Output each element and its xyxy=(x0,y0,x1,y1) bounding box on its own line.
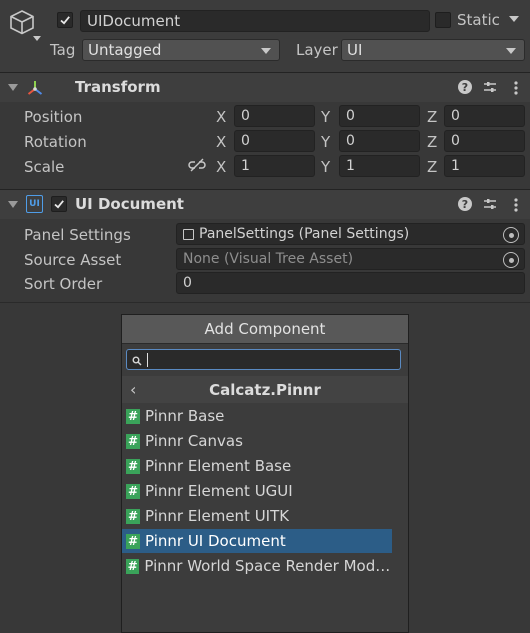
object-picker-icon[interactable] xyxy=(503,252,519,268)
rotation-x-label: X xyxy=(216,133,227,151)
scale-z-field[interactable]: 1 xyxy=(444,155,525,177)
caret-down-icon xyxy=(261,48,271,54)
sort-order-field[interactable]: 0 xyxy=(176,272,525,294)
rotation-z-label: Z xyxy=(427,133,438,151)
rotation-z-field[interactable]: 0 xyxy=(444,130,525,152)
position-y-label: Y xyxy=(321,108,331,126)
add-component-button[interactable]: Add Component xyxy=(122,315,408,344)
transform-title: Transform xyxy=(75,78,161,96)
ui-document-enabled-toggle[interactable] xyxy=(51,196,67,212)
rotation-y-field[interactable]: 0 xyxy=(339,130,420,152)
static-dropdown-icon[interactable] xyxy=(509,16,519,22)
component-item-label: Pinnr World Space Render Mode ... xyxy=(144,557,392,575)
rotation-label: Rotation xyxy=(24,133,87,151)
script-icon: # xyxy=(126,408,140,424)
more-options-icon[interactable] xyxy=(509,80,523,96)
chevron-down-icon[interactable] xyxy=(33,36,41,41)
rotation-x-field[interactable]: 0 xyxy=(234,130,315,152)
source-asset-label: Source Asset xyxy=(24,251,122,269)
ui-document-title: UI Document xyxy=(75,195,184,213)
panel-settings-label: Panel Settings xyxy=(24,226,131,244)
script-icon: # xyxy=(126,508,140,524)
text-cursor xyxy=(147,353,148,367)
layer-label: Layer xyxy=(296,41,338,59)
script-icon: # xyxy=(126,433,140,449)
help-icon[interactable]: ? xyxy=(458,80,472,94)
component-search-input[interactable] xyxy=(126,349,401,370)
static-toggle[interactable] xyxy=(435,12,451,28)
panel-settings-field[interactable]: PanelSettings (Panel Settings) xyxy=(176,223,525,245)
ui-document-header[interactable]: UI UI Document ? xyxy=(0,190,530,219)
scale-x-label: X xyxy=(216,158,227,176)
category-header: ‹ Calcatz.Pinnr xyxy=(122,376,408,403)
position-z-field[interactable]: 0 xyxy=(444,105,525,127)
component-item[interactable]: # Pinnr Element UGUI xyxy=(122,479,392,503)
component-item[interactable]: # Pinnr Base xyxy=(122,404,392,428)
unlinked-scale-icon[interactable] xyxy=(188,158,206,172)
component-item[interactable]: # Pinnr World Space Render Mode ... xyxy=(122,554,392,578)
component-item-label: Pinnr Canvas xyxy=(145,432,243,450)
component-item[interactable]: # Pinnr Canvas xyxy=(122,429,392,453)
source-asset-field[interactable]: None (Visual Tree Asset) xyxy=(176,248,525,270)
position-label: Position xyxy=(24,108,83,126)
gameobject-name-input[interactable]: UIDocument xyxy=(80,10,430,32)
script-icon: # xyxy=(126,533,140,549)
object-picker-icon[interactable] xyxy=(503,227,519,243)
scale-x-field[interactable]: 1 xyxy=(234,155,315,177)
help-icon[interactable]: ? xyxy=(458,197,472,211)
foldout-arrow-icon[interactable] xyxy=(8,84,18,91)
component-item-selected[interactable]: # Pinnr UI Document xyxy=(122,529,392,553)
ui-document-icon: UI xyxy=(26,195,43,213)
script-icon: # xyxy=(126,458,140,474)
checkmark-icon xyxy=(60,16,70,25)
presets-icon[interactable] xyxy=(483,80,497,94)
search-icon xyxy=(132,354,142,366)
tag-dropdown[interactable]: Untagged xyxy=(82,39,280,61)
layer-value: UI xyxy=(347,41,363,59)
active-toggle[interactable] xyxy=(57,12,73,28)
position-y-field[interactable]: 0 xyxy=(339,105,420,127)
position-x-field[interactable]: 0 xyxy=(234,105,315,127)
transform-header[interactable]: Transform ? xyxy=(0,73,530,102)
component-item-label: Pinnr Element Base xyxy=(145,457,292,475)
scale-y-label: Y xyxy=(321,158,331,176)
category-title: Calcatz.Pinnr xyxy=(209,381,321,399)
tag-value: Untagged xyxy=(88,41,162,59)
component-item-label: Pinnr Element UITK xyxy=(145,507,290,525)
scale-z-label: Z xyxy=(427,158,438,176)
component-item[interactable]: # Pinnr Element UITK xyxy=(122,504,392,528)
source-asset-value: None (Visual Tree Asset) xyxy=(183,251,354,267)
panel-settings-value: PanelSettings (Panel Settings) xyxy=(199,226,410,242)
component-item-label: Pinnr Base xyxy=(145,407,225,425)
static-label: Static xyxy=(457,11,500,29)
component-item-label: Pinnr UI Document xyxy=(145,532,286,550)
tag-label: Tag xyxy=(50,41,76,59)
scale-label: Scale xyxy=(24,158,65,176)
asset-icon xyxy=(183,228,194,240)
script-icon: # xyxy=(126,558,140,574)
component-item[interactable]: # Pinnr Element Base xyxy=(122,454,392,478)
gameobject-cube-icon[interactable] xyxy=(8,8,36,36)
caret-down-icon xyxy=(506,48,516,54)
more-options-icon[interactable] xyxy=(509,197,523,213)
scale-y-field[interactable]: 1 xyxy=(339,155,420,177)
gameobject-header: UIDocument Static Tag Untagged Layer UI xyxy=(0,0,530,72)
script-icon: # xyxy=(126,483,140,499)
divider xyxy=(0,302,530,303)
layer-dropdown[interactable]: UI xyxy=(341,39,525,61)
sort-order-label: Sort Order xyxy=(24,275,103,293)
component-item-label: Pinnr Element UGUI xyxy=(145,482,293,500)
transform-icon xyxy=(26,79,44,97)
position-x-label: X xyxy=(216,108,227,126)
position-z-label: Z xyxy=(427,108,438,126)
presets-icon[interactable] xyxy=(483,197,497,211)
foldout-arrow-icon[interactable] xyxy=(8,201,18,208)
rotation-y-label: Y xyxy=(321,133,331,151)
checkmark-icon xyxy=(54,200,64,209)
